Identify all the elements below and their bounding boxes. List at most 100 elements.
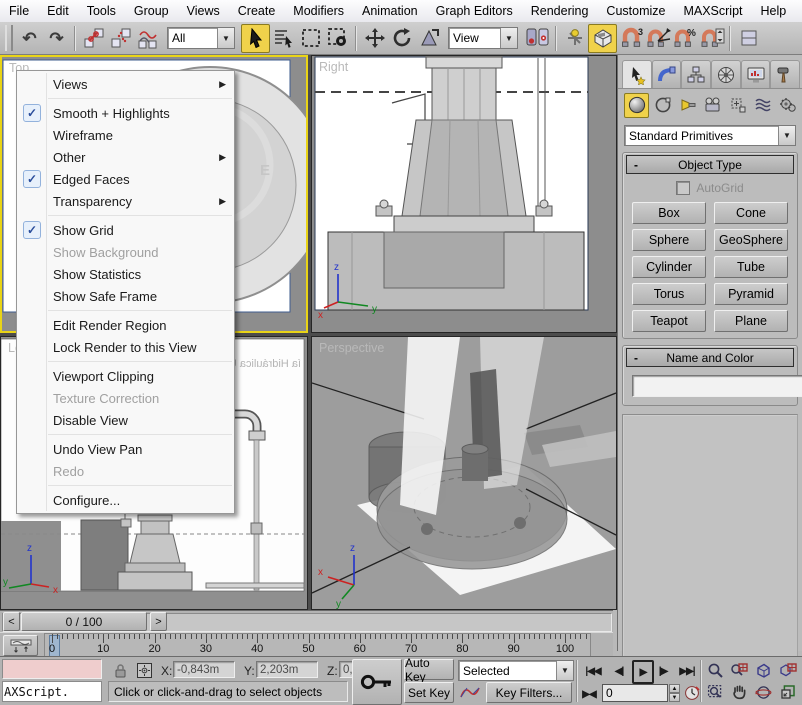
next-frame-arrow[interactable]: > bbox=[150, 612, 167, 631]
time-slider-button[interactable]: 0 / 100 bbox=[21, 612, 147, 631]
select-and-move-icon[interactable] bbox=[361, 25, 388, 52]
go-to-end-button[interactable]: ▶▶| bbox=[676, 661, 698, 681]
region-zoom-icon[interactable] bbox=[703, 681, 727, 703]
redo-icon[interactable]: ↷ bbox=[43, 25, 70, 52]
auto-key-button[interactable]: Auto Key bbox=[404, 659, 454, 680]
select-and-link-icon[interactable] bbox=[80, 25, 107, 52]
select-and-rotate-icon[interactable] bbox=[388, 25, 415, 52]
context-item-viewport-clipping[interactable]: Viewport Clipping bbox=[17, 365, 234, 387]
zoom-extents-all-icon[interactable] bbox=[776, 659, 800, 681]
menu-file[interactable]: File bbox=[0, 1, 38, 21]
tab-motion[interactable] bbox=[711, 60, 741, 88]
snap-3d-icon[interactable]: 3 bbox=[617, 25, 644, 52]
geosphere-button[interactable]: GeoSphere bbox=[714, 229, 788, 251]
zoom-all-icon[interactable] bbox=[727, 659, 751, 681]
next-frame-button[interactable]: |▶ bbox=[654, 661, 672, 681]
y-coordinate-field[interactable]: 2,203m bbox=[256, 661, 318, 678]
context-item-edged-faces[interactable]: ✓Edged Faces bbox=[17, 168, 234, 190]
maxscript-macro-recorder[interactable] bbox=[2, 659, 102, 679]
sphere-button[interactable]: Sphere bbox=[632, 229, 706, 251]
select-object-icon[interactable] bbox=[241, 24, 270, 53]
category-lights-icon[interactable] bbox=[676, 94, 699, 117]
menu-modifiers[interactable]: Modifiers bbox=[284, 1, 353, 21]
tab-create[interactable] bbox=[622, 60, 652, 88]
angle-snap-icon[interactable] bbox=[644, 25, 671, 52]
category-helpers-icon[interactable] bbox=[727, 94, 750, 117]
time-configuration-icon[interactable] bbox=[682, 683, 702, 703]
key-mode-toggle-button[interactable]: ▶◀ bbox=[580, 684, 598, 704]
tab-modify[interactable] bbox=[652, 60, 682, 88]
context-item-undo-view-pan[interactable]: Undo View Pan bbox=[17, 438, 234, 460]
go-to-start-button[interactable]: |◀◀ bbox=[582, 661, 604, 681]
object-name-input[interactable] bbox=[632, 375, 802, 397]
context-item-configure[interactable]: Configure... bbox=[17, 489, 234, 511]
current-frame-field[interactable] bbox=[602, 684, 668, 702]
maxscript-listener[interactable]: AXScript. bbox=[2, 681, 102, 702]
category-systems-icon[interactable] bbox=[777, 94, 800, 117]
box-button[interactable]: Box bbox=[632, 202, 706, 224]
menu-help[interactable]: Help bbox=[752, 1, 796, 21]
mini-curve-editor-button[interactable] bbox=[3, 635, 38, 656]
unlink-selection-icon[interactable] bbox=[107, 25, 134, 52]
viewport-label-right[interactable]: Right bbox=[319, 60, 348, 74]
key-mode-selection-dropdown[interactable]: Selected ▼ bbox=[458, 660, 574, 681]
category-cameras-icon[interactable] bbox=[701, 94, 724, 117]
category-geometry-icon[interactable] bbox=[624, 93, 649, 118]
autogrid-checkbox[interactable] bbox=[676, 181, 690, 195]
select-and-manipulate-icon[interactable] bbox=[561, 25, 588, 52]
default-tangent-curve-icon[interactable] bbox=[458, 682, 482, 702]
play-button[interactable]: ▶ bbox=[632, 660, 654, 684]
viewport-right[interactable]: Right bbox=[311, 55, 617, 333]
previous-frame-arrow[interactable]: < bbox=[3, 612, 20, 631]
context-item-lock-render-to-this-view[interactable]: Lock Render to this View bbox=[17, 336, 234, 358]
category-shapes-icon[interactable] bbox=[651, 94, 674, 117]
pan-hand-icon[interactable] bbox=[727, 681, 751, 703]
maximize-viewport-toggle-icon[interactable] bbox=[776, 681, 800, 703]
context-item-smooth-highlights[interactable]: ✓Smooth + Highlights bbox=[17, 102, 234, 124]
zoom-icon[interactable] bbox=[703, 659, 727, 681]
frame-spinner[interactable]: ▲ ▼ bbox=[669, 684, 680, 702]
tab-hierarchy[interactable] bbox=[681, 60, 711, 88]
context-item-transparency[interactable]: Transparency▶ bbox=[17, 190, 234, 212]
window-crossing-icon[interactable] bbox=[324, 25, 351, 52]
menu-views[interactable]: Views bbox=[178, 1, 229, 21]
context-item-disable-view[interactable]: Disable View bbox=[17, 409, 234, 431]
reference-coordinate-dropdown[interactable]: View ▼ bbox=[448, 27, 518, 49]
viewport-perspective[interactable]: Perspective bbox=[311, 336, 617, 610]
menu-customize[interactable]: Customize bbox=[597, 1, 674, 21]
menu-edit[interactable]: Edit bbox=[38, 1, 78, 21]
selection-lock-icon[interactable] bbox=[110, 660, 130, 680]
object-type-header[interactable]: - Object Type bbox=[626, 155, 794, 174]
spinner-snap-icon[interactable] bbox=[698, 25, 725, 52]
viewport-label-perspective[interactable]: Perspective bbox=[319, 341, 384, 355]
undo-icon[interactable]: ↶ bbox=[16, 25, 43, 52]
context-item-edit-render-region[interactable]: Edit Render Region bbox=[17, 314, 234, 336]
set-key-button[interactable]: Set Key bbox=[404, 682, 454, 703]
toolbar-grip[interactable] bbox=[5, 25, 13, 51]
previous-frame-button[interactable]: ◀| bbox=[610, 661, 628, 681]
name-color-header[interactable]: - Name and Color bbox=[626, 348, 794, 367]
selection-filter-dropdown[interactable]: All ▼ bbox=[167, 27, 235, 49]
rectangular-selection-region-icon[interactable] bbox=[297, 25, 324, 52]
pyramid-button[interactable]: Pyramid bbox=[714, 283, 788, 305]
tab-utilities[interactable] bbox=[770, 60, 800, 88]
context-item-other[interactable]: Other▶ bbox=[17, 146, 234, 168]
absolute-mode-icon[interactable] bbox=[134, 660, 154, 680]
bind-to-space-warp-icon[interactable] bbox=[134, 25, 161, 52]
torus-button[interactable]: Torus bbox=[632, 283, 706, 305]
menu-create[interactable]: Create bbox=[229, 1, 285, 21]
arc-rotate-icon[interactable] bbox=[752, 681, 776, 703]
trackbar-ruler[interactable]: 0102030405060708090100 bbox=[44, 633, 591, 658]
cylinder-button[interactable]: Cylinder bbox=[632, 256, 706, 278]
tube-button[interactable]: Tube bbox=[714, 256, 788, 278]
select-by-name-icon[interactable] bbox=[270, 25, 297, 52]
menu-animation[interactable]: Animation bbox=[353, 1, 427, 21]
teapot-button[interactable]: Teapot bbox=[632, 310, 706, 332]
clipped-toolbar-icon[interactable] bbox=[735, 25, 762, 52]
context-item-views[interactable]: Views▶ bbox=[17, 73, 234, 95]
context-item-show-grid[interactable]: ✓Show Grid bbox=[17, 219, 234, 241]
menu-rendering[interactable]: Rendering bbox=[522, 1, 598, 21]
context-item-show-statistics[interactable]: Show Statistics bbox=[17, 263, 234, 285]
category-space-warps-icon[interactable] bbox=[752, 94, 775, 117]
key-filters-button[interactable]: Key Filters... bbox=[486, 682, 572, 703]
